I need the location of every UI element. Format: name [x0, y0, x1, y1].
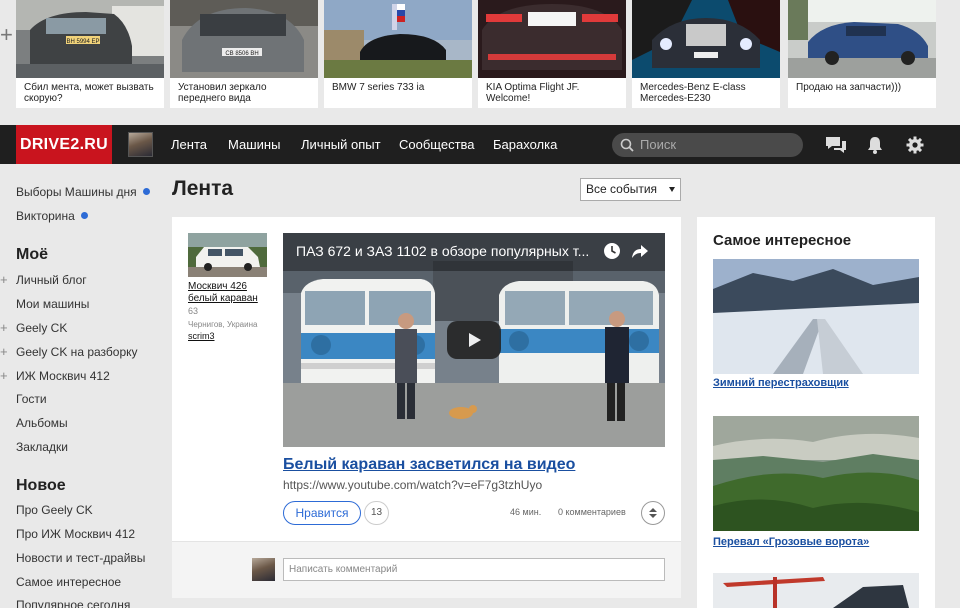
settings-gear-icon[interactable] — [906, 135, 924, 155]
feed-post: Москвич 426 белый караван 63 Чернигов, У… — [172, 217, 681, 598]
search-placeholder: Поиск — [640, 137, 677, 152]
nav-cars[interactable]: Машины — [228, 125, 280, 164]
car-thumbnail[interactable] — [188, 233, 267, 277]
comments-count-link[interactable]: 0 комментариев — [558, 507, 626, 517]
article-image[interactable] — [713, 416, 919, 531]
promo-caption: Установил зеркало переднего вида — [178, 82, 267, 104]
post-title-link[interactable]: Белый караван засветился на видео — [283, 456, 575, 474]
sidebar-heading-new: Новое — [16, 477, 66, 494]
promo-image: ВН 5994 ЕР — [16, 0, 164, 78]
promo-caption: BMW 7 series 733 ia — [332, 82, 425, 93]
add-plus-icon[interactable]: + — [0, 369, 8, 383]
promo-scroll-left-icon[interactable]: + — [0, 24, 13, 46]
like-button[interactable]: Нравится — [283, 501, 361, 525]
user-avatar[interactable] — [128, 132, 153, 157]
user-link[interactable]: scrim3 — [188, 331, 215, 341]
sidebar-item-quiz[interactable]: Викторина — [16, 209, 88, 223]
promo-image — [632, 0, 780, 78]
sidebar-item-bookmarks[interactable]: Закладки — [16, 440, 68, 454]
promo-card[interactable]: СВ 8506 ВН Установил зеркало переднего в… — [170, 0, 318, 108]
promo-image — [478, 0, 626, 78]
promo-image: СВ 8506 ВН — [170, 0, 318, 78]
top-navbar: DRIVE2.RU Лента Машины Личный опыт Сообщ… — [0, 125, 960, 164]
search-icon — [620, 138, 634, 152]
promo-caption: Mercedes-Benz E-class Mercedes-E230 — [640, 82, 746, 104]
car-counter: 63 — [188, 306, 199, 316]
svg-text:ВН 5994 ЕР: ВН 5994 ЕР — [66, 39, 99, 45]
promo-card[interactable]: Продаю на запчасти))) — [788, 0, 936, 108]
chevron-down-icon — [669, 187, 675, 192]
sidebar-item-new[interactable]: Про ИЖ Москвич 412 — [16, 527, 135, 541]
comment-input[interactable]: Написать комментарий — [283, 558, 665, 581]
like-count: 13 — [364, 501, 389, 525]
sidebar-item-interesting[interactable]: Самое интересное — [16, 575, 121, 589]
share-icon[interactable] — [631, 242, 649, 260]
sidebar-heading-mine: Моё — [16, 246, 48, 263]
sidebar-item-blog[interactable]: Личный блог — [16, 273, 87, 287]
events-filter-value: Все события — [586, 182, 658, 196]
promo-caption: Продаю на запчасти))) — [796, 82, 902, 93]
promo-strip: + ВН 5994 ЕР Сбил мента, может вызвать с… — [0, 0, 960, 118]
vote-arrows-icon[interactable] — [641, 501, 665, 525]
site-logo[interactable]: DRIVE2.RU — [16, 125, 112, 164]
promo-card[interactable]: KIA Optima Flight JF. Welcome! — [478, 0, 626, 108]
events-filter-select[interactable]: Все события — [580, 178, 681, 201]
sidebar-item-guests[interactable]: Гости — [16, 392, 47, 406]
promo-card[interactable]: Mercedes-Benz E-class Mercedes-E230 — [632, 0, 780, 108]
promo-caption: Сбил мента, может вызвать скорую? — [24, 82, 154, 104]
car-location: Чернигов, Украина — [188, 320, 258, 329]
search-input[interactable]: Поиск — [612, 133, 803, 157]
sidebar-item-news[interactable]: Новости и тест-драйвы — [16, 551, 145, 565]
page-title: Лента — [172, 177, 234, 200]
add-plus-icon[interactable]: + — [0, 345, 8, 359]
sidebar-item-car[interactable]: ИЖ Москвич 412 — [16, 369, 110, 383]
sidebar-item-new[interactable]: Про Geely CK — [16, 503, 93, 517]
promo-caption: KIA Optima Flight JF. Welcome! — [486, 82, 580, 104]
sidebar-item-car-of-day[interactable]: Выборы Машины дня — [16, 185, 150, 199]
sidebar-item-popular[interactable]: Популярное сегодня — [16, 598, 130, 608]
article-link[interactable]: Перевал «Грозовые ворота» — [713, 536, 869, 548]
promo-card[interactable]: ВН 5994 ЕР Сбил мента, может вызвать ско… — [16, 0, 164, 108]
notifications-bell-icon[interactable] — [867, 135, 883, 155]
promo-image — [324, 0, 472, 78]
promo-card[interactable]: BMW 7 series 733 ia — [324, 0, 472, 108]
video-title: ПАЗ 672 и ЗАЗ 1102 в обзоре популярных т… — [296, 243, 590, 259]
sidebar-item-my-cars[interactable]: Мои машины — [16, 297, 89, 311]
svg-text:СВ 8506 ВН: СВ 8506 ВН — [225, 51, 258, 57]
promo-image — [788, 0, 936, 78]
sidebar-item-label: Выборы Машины дня — [16, 185, 137, 199]
nav-marketplace[interactable]: Барахолка — [493, 125, 557, 164]
unread-dot-icon — [142, 188, 150, 195]
panel-heading: Самое интересное — [713, 232, 852, 249]
article-image[interactable] — [713, 573, 919, 608]
article-image[interactable] — [713, 259, 919, 374]
post-url: https://www.youtube.com/watch?v=eF7g3tzh… — [283, 478, 543, 492]
add-plus-icon[interactable]: + — [0, 321, 8, 335]
nav-feed[interactable]: Лента — [171, 125, 207, 164]
unread-dot-icon — [80, 212, 88, 219]
avatar — [252, 558, 275, 581]
nav-communities[interactable]: Сообщества — [399, 125, 475, 164]
sidebar-item-label: Викторина — [16, 209, 75, 223]
video-player[interactable]: ПАЗ 672 и ЗАЗ 1102 в обзоре популярных т… — [283, 233, 665, 447]
add-plus-icon[interactable]: + — [0, 273, 8, 287]
sidebar-item-car[interactable]: Geely CK — [16, 321, 67, 335]
sidebar-item-car[interactable]: Geely CK на разборку — [16, 345, 138, 359]
interesting-panel: Самое интересное Зимний перестраховщик П… — [697, 217, 935, 608]
nav-experience[interactable]: Личный опыт — [301, 125, 381, 164]
messages-icon[interactable] — [825, 135, 847, 155]
clock-icon[interactable] — [603, 242, 621, 260]
post-timestamp: 46 мин. — [510, 507, 542, 517]
article-link[interactable]: Зимний перестраховщик — [713, 377, 849, 389]
car-name-link[interactable]: Москвич 426 белый караван — [188, 281, 268, 305]
sidebar-item-albums[interactable]: Альбомы — [16, 416, 68, 430]
play-button[interactable] — [447, 321, 501, 359]
